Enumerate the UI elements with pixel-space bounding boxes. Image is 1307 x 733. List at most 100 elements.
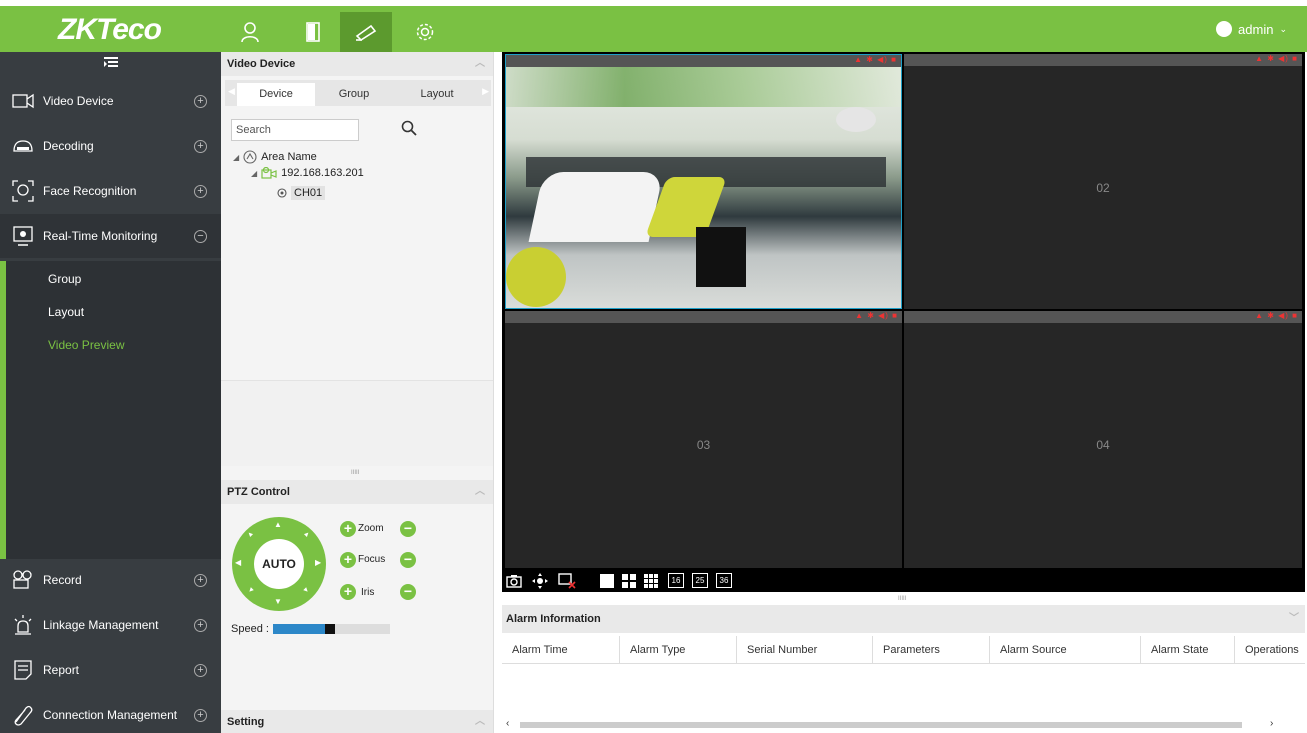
chevron-up-icon[interactable]: ︿	[475, 52, 485, 76]
door-icon[interactable]	[287, 12, 339, 52]
logo: ZKTeco	[58, 13, 162, 46]
tab-prev-icon[interactable]: ◀	[228, 86, 235, 97]
tab-device[interactable]: Device	[237, 83, 315, 106]
focus-out-button[interactable]: −	[400, 552, 416, 568]
expand-icon[interactable]: +	[194, 618, 207, 632]
snapshot-icon[interactable]	[506, 574, 522, 591]
tree-empty-area	[221, 380, 493, 466]
sidebar-item-connection-management[interactable]: Connection Management +	[0, 693, 221, 733]
arrow-down-left-icon[interactable]: ▼	[246, 586, 256, 596]
arrow-down-right-icon[interactable]: ▼	[302, 586, 312, 596]
iris-open-button[interactable]: +	[340, 584, 356, 600]
settings-icon[interactable]	[399, 12, 451, 52]
expand-icon[interactable]: +	[194, 708, 207, 722]
iris-close-button[interactable]: −	[400, 584, 416, 600]
tree-label: CH01	[291, 186, 326, 200]
camera-icon[interactable]	[340, 12, 392, 52]
resize-grip-icon[interactable]: IIIII	[351, 470, 361, 476]
ptz-auto-button[interactable]: AUTO	[254, 539, 304, 589]
column-header[interactable]: Serial Number	[737, 636, 873, 664]
layout-36-button[interactable]: 36	[716, 573, 732, 588]
layout-4-icon[interactable]	[622, 574, 636, 591]
arrow-left-icon[interactable]: ◀	[235, 558, 241, 567]
tab-layout[interactable]: Layout	[393, 83, 481, 106]
user-menu[interactable]: admin ⌄	[1216, 21, 1287, 37]
search-icon[interactable]	[401, 120, 417, 139]
sidebar-item-video-device[interactable]: Video Device +	[0, 79, 221, 123]
alarm-table-header: Alarm Time Alarm Type Serial Number Para…	[502, 636, 1305, 664]
expand-icon[interactable]: +	[194, 663, 207, 677]
arrow-up-left-icon[interactable]: ▲	[246, 530, 256, 540]
pane-number: 02	[1096, 181, 1110, 195]
tree-node-device[interactable]: ◢ 192.168.163.201	[251, 167, 364, 179]
sidebar-item-linkage-management[interactable]: Linkage Management +	[0, 603, 221, 647]
panel-header-ptz[interactable]: PTZ Control ︿	[221, 480, 493, 504]
expand-icon[interactable]: +	[194, 184, 207, 198]
sidebar-item-real-time-monitoring[interactable]: Real-Time Monitoring −	[0, 214, 221, 258]
focus-in-button[interactable]: +	[340, 552, 356, 568]
arrow-up-icon[interactable]: ▲	[274, 520, 282, 529]
speed-label: Speed :	[231, 623, 269, 635]
sidebar-item-report[interactable]: Report +	[0, 648, 221, 692]
personnel-icon[interactable]	[224, 12, 276, 52]
tree-node-channel[interactable]: CH01	[277, 186, 326, 200]
stop-all-icon[interactable]	[558, 573, 576, 592]
tab-next-icon[interactable]: ▶	[482, 86, 489, 97]
zoom-out-button[interactable]: −	[400, 521, 416, 537]
search-input[interactable]: Search	[231, 119, 359, 141]
alarm-panel-header[interactable]: Alarm Information ﹀	[502, 605, 1305, 633]
tab-group[interactable]: Group	[315, 83, 393, 106]
panel-header-setting[interactable]: Setting ︿	[221, 710, 493, 733]
layout-25-button[interactable]: 25	[692, 573, 708, 588]
sidebar-item-decoding[interactable]: Decoding +	[0, 124, 221, 168]
sidebar-subitem-group[interactable]: Group	[48, 272, 81, 286]
sidebar-item-face-recognition[interactable]: Face Recognition +	[0, 169, 221, 213]
tree-toggle-icon[interactable]: ◢	[233, 153, 239, 162]
resize-grip-icon[interactable]: IIIII	[898, 596, 908, 602]
column-header[interactable]: Operations	[1235, 636, 1305, 664]
chevron-up-icon[interactable]: ︿	[475, 710, 485, 733]
panel-header-video-device[interactable]: Video Device ︿	[221, 52, 493, 76]
sidebar-item-record[interactable]: Record +	[0, 558, 221, 602]
video-grid: ▲ ✱ ◀) ■ ▲ ✱ ◀) ■ 02 ▲ ✱ ◀) ■ 03 ▲ ✱ ◀) …	[502, 52, 1305, 570]
layout-9-icon[interactable]	[644, 574, 658, 591]
arrow-right-icon[interactable]: ▶	[315, 558, 321, 567]
sidebar-item-label: Face Recognition	[43, 184, 137, 198]
sidebar-collapse-button[interactable]	[0, 52, 221, 74]
ptz-move-icon[interactable]	[532, 573, 548, 592]
column-header[interactable]: Alarm Time	[502, 636, 620, 664]
pane-status-icons: ▲ ✱ ◀) ■	[855, 311, 898, 320]
layout-16-button[interactable]: 16	[668, 573, 684, 588]
scroll-left-icon[interactable]: ‹	[506, 718, 509, 729]
video-pane-02[interactable]: ▲ ✱ ◀) ■ 02	[904, 54, 1302, 309]
expand-icon[interactable]: +	[194, 94, 207, 108]
column-header[interactable]: Parameters	[873, 636, 990, 664]
face-icon	[12, 180, 34, 202]
chevron-down-icon[interactable]: ﹀	[1289, 605, 1299, 633]
sidebar-item-label: Real-Time Monitoring	[43, 229, 158, 243]
video-pane-03[interactable]: ▲ ✱ ◀) ■ 03	[505, 311, 902, 568]
expand-icon[interactable]: +	[194, 573, 207, 587]
video-pane-01[interactable]: ▲ ✱ ◀) ■	[505, 54, 902, 309]
tree-toggle-icon[interactable]: ◢	[251, 169, 257, 178]
chevron-up-icon[interactable]: ︿	[475, 480, 485, 504]
tree-node-area[interactable]: ◢ Area Name	[233, 150, 317, 164]
collapse-item-icon[interactable]: −	[194, 229, 207, 243]
speed-handle[interactable]	[325, 624, 335, 634]
layout-1-icon[interactable]	[600, 574, 614, 588]
sidebar-subitem-video-preview[interactable]: Video Preview	[48, 338, 125, 352]
speed-slider[interactable]	[273, 624, 390, 634]
column-header[interactable]: Alarm State	[1141, 636, 1235, 664]
sidebar-item-label: Record	[43, 573, 82, 587]
column-header[interactable]: Alarm Source	[990, 636, 1141, 664]
expand-icon[interactable]: +	[194, 139, 207, 153]
arrow-up-right-icon[interactable]: ▲	[302, 530, 312, 540]
sidebar: Video Device + Decoding + Face Recogniti…	[0, 52, 221, 733]
column-header[interactable]: Alarm Type	[620, 636, 737, 664]
video-pane-04[interactable]: ▲ ✱ ◀) ■ 04	[904, 311, 1302, 568]
horizontal-scrollbar[interactable]	[520, 722, 1242, 728]
zoom-in-button[interactable]: +	[340, 521, 356, 537]
sidebar-subitem-layout[interactable]: Layout	[48, 305, 84, 319]
arrow-down-icon[interactable]: ▼	[274, 597, 282, 606]
scroll-right-icon[interactable]: ›	[1270, 718, 1273, 729]
